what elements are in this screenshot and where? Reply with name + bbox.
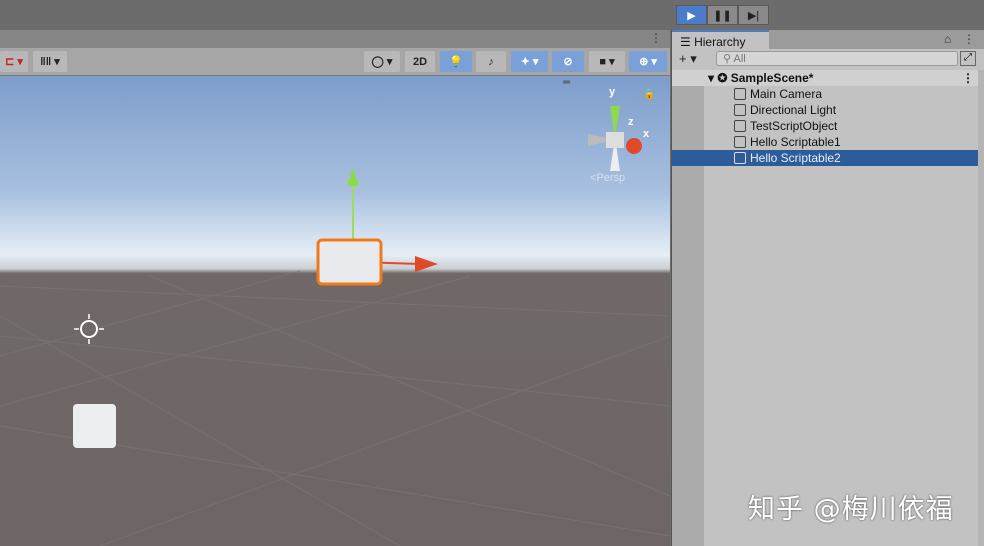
gizmo-z-label: z xyxy=(628,116,634,128)
cube-object xyxy=(73,404,116,448)
scene-toolbar: ⊏ ▾ ‖‖ ▾ ◯ ▾ 2D 💡 ♪ ✦ ▾ ⊘ ■ ▾ ⊕ ▾ xyxy=(0,48,670,76)
hierarchy-toolbar: + ▾ ⚲ All ⤢ xyxy=(672,49,984,70)
visibility-icon[interactable]: ⊘ xyxy=(552,51,584,72)
gizmo-x xyxy=(626,138,642,154)
tab-label: Hierarchy xyxy=(694,35,746,49)
scene-name: SampleScene* xyxy=(730,71,814,85)
pause-button[interactable]: ❚❚ xyxy=(707,5,738,25)
scene-view-panel: ⋮ ⊏ ▾ ‖‖ ▾ ◯ ▾ 2D 💡 ♪ ✦ ▾ ⊘ ■ ▾ ⊕ ▾ ═ 🔒 … xyxy=(0,30,670,546)
gameobject-icon xyxy=(734,120,746,132)
add-button[interactable]: + ▾ xyxy=(679,51,697,67)
gizmo-y-label: y xyxy=(609,86,616,98)
lock-icon[interactable]: ⌂ xyxy=(944,32,951,46)
snap-icon[interactable]: ⊏ ▾ xyxy=(0,51,28,72)
tab-hierarchy[interactable]: ☰ Hierarchy xyxy=(672,30,769,49)
grid-icon[interactable]: ‖‖ ▾ xyxy=(33,51,67,72)
search-input[interactable]: ⚲ All xyxy=(716,51,958,66)
x-axis-handle xyxy=(415,256,438,272)
gizmos-icon[interactable]: ⊕ ▾ xyxy=(629,51,667,72)
item-label: TestScriptObject xyxy=(750,119,838,133)
item-label: Main Camera xyxy=(750,87,823,101)
scene-viewport[interactable]: ═ 🔒 y z x <Persp xyxy=(0,76,670,546)
scene-row[interactable]: ▾ ✪ SampleScene* ⋮ xyxy=(672,70,978,86)
list-item-selected[interactable]: Hello Scriptable2 xyxy=(672,150,978,166)
watermark: 知乎 @梅川依福 xyxy=(748,494,954,525)
hierarchy-tab-bar: ☰ Hierarchy ⌂ ⋮ xyxy=(672,30,984,49)
scene-tab-bar: ⋮ xyxy=(0,30,670,48)
2d-toggle[interactable]: 2D xyxy=(405,51,435,72)
play-button[interactable]: ▶ xyxy=(676,5,707,25)
hierarchy-panel: ☰ Hierarchy ⌂ ⋮ + ▾ ⚲ All ⤢ ▾ ✪ SampleSc… xyxy=(671,30,984,546)
list-item[interactable]: Directional Light xyxy=(672,102,978,118)
scrollbar[interactable] xyxy=(978,70,984,546)
list-item[interactable]: TestScriptObject xyxy=(672,118,978,134)
gameobject-icon xyxy=(734,88,746,100)
item-label: Hello Scriptable2 xyxy=(750,151,841,165)
search-placeholder: All xyxy=(733,53,746,65)
list-item[interactable]: Main Camera xyxy=(672,86,978,102)
gameobject-icon xyxy=(734,104,746,116)
selected-cube xyxy=(316,238,383,286)
lighting-icon[interactable]: 💡 xyxy=(440,51,472,72)
list-item[interactable]: Hello Scriptable1 xyxy=(672,134,978,150)
top-toolbar: ▶ ❚❚ ▶| xyxy=(0,0,984,30)
gameobject-icon xyxy=(734,136,746,148)
camera-icon[interactable]: ■ ▾ xyxy=(589,51,625,72)
gizmo-menu-icon[interactable]: ═ xyxy=(563,77,570,88)
item-label: Hello Scriptable1 xyxy=(750,135,841,149)
y-axis-handle xyxy=(347,168,359,186)
item-label: Directional Light xyxy=(750,103,837,117)
gizmo-x-label: x xyxy=(643,128,650,140)
panel-menu-icon[interactable]: ⋮ xyxy=(650,31,662,45)
lock-icon[interactable]: 🔒 xyxy=(643,89,655,100)
step-button[interactable]: ▶| xyxy=(738,5,769,25)
play-controls: ▶ ❚❚ ▶| xyxy=(676,5,769,25)
gameobject-icon xyxy=(734,152,746,164)
panel-menu-icon[interactable]: ⋮ xyxy=(963,32,975,46)
audio-icon[interactable]: ♪ xyxy=(476,51,506,72)
shading-mode-icon[interactable]: ◯ ▾ xyxy=(364,51,400,72)
scene-grid xyxy=(0,106,670,546)
projection-toggle[interactable]: <Persp xyxy=(590,172,625,184)
search-window-icon[interactable]: ⤢ xyxy=(960,51,976,66)
effects-icon[interactable]: ✦ ▾ xyxy=(511,51,548,72)
scene-menu-icon[interactable]: ⋮ xyxy=(962,70,974,86)
